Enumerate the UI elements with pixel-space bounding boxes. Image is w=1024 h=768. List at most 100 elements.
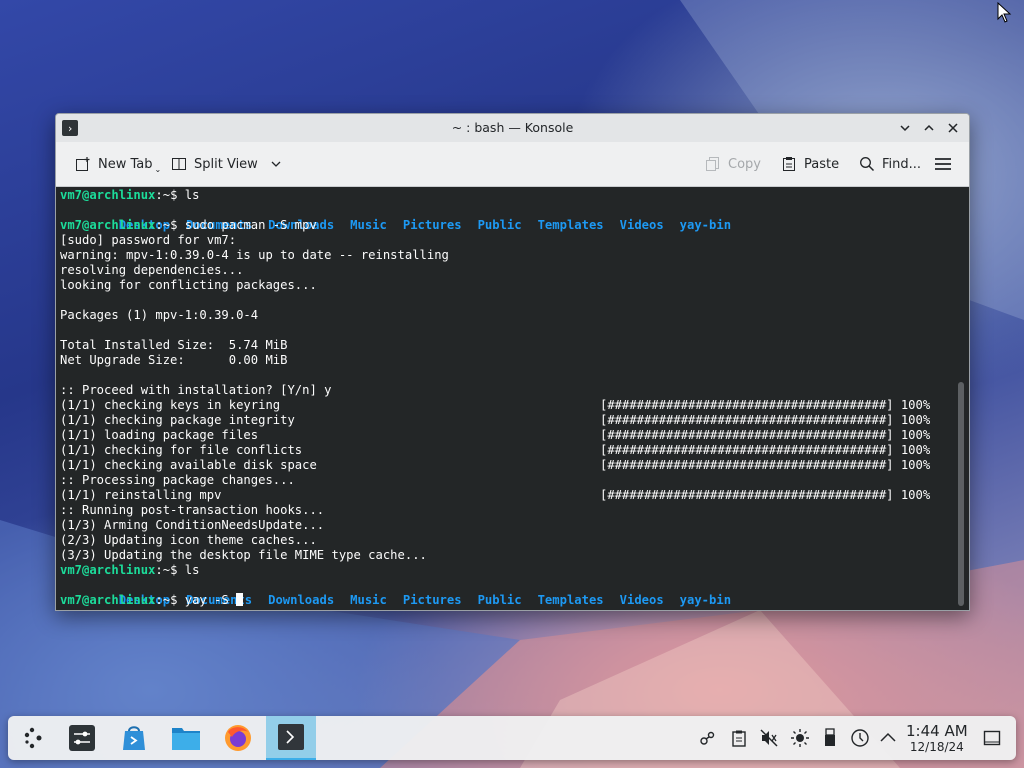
split-view-button[interactable]: Split View (170, 154, 282, 174)
updates-icon[interactable] (850, 728, 870, 748)
dir-entry: Public (477, 593, 522, 607)
prompt-user: vm7@archlinux (60, 218, 156, 232)
output-line: Packages (1) mpv-1:0.39.0-4 (60, 308, 259, 322)
application-launcher-button[interactable] (12, 716, 56, 760)
firefox-taskbar-button[interactable] (216, 716, 260, 760)
digital-clock[interactable]: 1:44 AM 12/18/24 (906, 722, 968, 755)
output-line: Net Upgrade Size: 0.00 MiB (60, 353, 288, 367)
taskbar: 1:44 AM 12/18/24 (8, 716, 1016, 760)
new-tab-icon (74, 155, 92, 173)
chevron-up-icon[interactable] (878, 728, 898, 748)
progress-line: (1/1) checking package integrity [#######… (60, 413, 930, 428)
show-desktop-button[interactable] (982, 728, 1002, 748)
progress-bar-text: [######################################]… (600, 443, 931, 457)
command-text: ls (184, 563, 200, 577)
dir-entry: Pictures (402, 593, 462, 607)
ls-output-line: Desktop Documents Downloads Music Pictures Pu… (60, 578, 747, 607)
output-line: (2/3) Updating icon theme caches... (60, 533, 317, 547)
new-tab-dropdown-icon: ⌄ (154, 164, 162, 174)
clock-time: 1:44 AM (906, 722, 968, 740)
scrollbar[interactable] (958, 382, 964, 606)
plasma-launcher-icon (24, 727, 42, 749)
progress-label: (1/1) reinstalling mpv (60, 488, 222, 502)
output-line: (3/3) Updating the desktop file MIME typ… (60, 548, 427, 562)
close-icon (948, 123, 958, 133)
dir-entry: Downloads (268, 593, 335, 607)
mouse-cursor-icon (997, 2, 1012, 23)
toolbar: New Tab ⌄ Split View Copy Paste Find... (56, 142, 969, 187)
discover-taskbar-button[interactable] (112, 716, 156, 760)
text-cursor (236, 593, 244, 606)
prompt-path: :~$ (155, 188, 185, 202)
system-settings-taskbar-button[interactable] (60, 716, 104, 760)
dir-entry: Templates (537, 218, 604, 232)
progress-bar-text: [######################################]… (600, 398, 931, 412)
dir-entry: yay-bin (679, 218, 732, 232)
discover-store-icon (123, 726, 145, 750)
split-view-icon (170, 155, 188, 173)
clipboard-icon[interactable] (729, 728, 749, 748)
title-bar[interactable]: › ~ : bash — Konsole (56, 114, 969, 142)
output-line: :: Processing package changes... (60, 473, 295, 487)
split-view-label: Split View (194, 156, 258, 172)
progress-label: (1/1) checking package integrity (60, 413, 295, 427)
network-icon[interactable] (698, 728, 718, 748)
brightness-icon[interactable] (790, 728, 810, 748)
output-line: warning: mpv-1:0.39.0-4 is up to date --… (60, 248, 449, 262)
copy-label: Copy (728, 156, 761, 172)
hamburger-menu-button[interactable] (934, 154, 952, 174)
progress-label: (1/1) checking available disk space (60, 458, 317, 472)
command-text: ls (184, 188, 200, 202)
progress-line: (1/1) loading package files [############… (60, 428, 930, 443)
volume-muted-icon[interactable] (759, 728, 779, 748)
progress-label: (1/1) loading package files (60, 428, 259, 442)
close-button[interactable] (944, 119, 962, 137)
dir-entry: Templates (537, 593, 604, 607)
progress-label: (1/1) checking for file conflicts (60, 443, 303, 457)
command-text: sudo pacman -S mpv (184, 218, 317, 232)
output-line: :: Proceed with installation? [Y/n] y (60, 383, 332, 397)
dolphin-taskbar-button[interactable] (164, 716, 208, 760)
output-line: (1/3) Arming ConditionNeedsUpdate... (60, 518, 325, 532)
progress-bar-text: [######################################]… (600, 458, 931, 472)
window-title: ~ : bash — Konsole (451, 120, 574, 135)
maximize-button[interactable] (920, 119, 938, 137)
progress-line: (1/1) checking for file conflicts [######… (60, 443, 930, 458)
copy-icon (704, 155, 722, 173)
dir-entry: Music (350, 593, 387, 607)
search-icon (858, 155, 876, 173)
paste-icon (780, 155, 798, 173)
progress-line: (1/1) checking available disk space [####… (60, 458, 930, 473)
minimize-button[interactable] (896, 119, 914, 137)
new-tab-label: New Tab (98, 156, 153, 172)
find-label: Find... (882, 156, 922, 172)
dir-entry: Videos (619, 218, 664, 232)
terminal-output: vm7@archlinux:~$ ls Desktop Documents Down… (60, 188, 930, 608)
konsole-icon (278, 724, 304, 750)
progress-line: (1/1) reinstalling mpv [#################… (60, 488, 930, 503)
chevron-down-icon (271, 161, 281, 167)
terminal-line: vm7@archlinux:~$ ls (60, 188, 747, 203)
output-line: :: Running post-transaction hooks... (60, 503, 325, 517)
output-line: Total Installed Size: 5.74 MiB (60, 338, 288, 352)
chevron-down-icon (900, 125, 910, 132)
new-tab-button[interactable]: New Tab ⌄ (74, 154, 161, 174)
command-input[interactable]: yay -S (185, 593, 236, 607)
prompt-user: vm7@archlinux (60, 563, 156, 577)
konsole-window: › ~ : bash — Konsole New Tab ⌄ Split Vie… (55, 113, 970, 611)
chevron-up-icon (924, 124, 934, 131)
find-button[interactable]: Find... (858, 154, 921, 174)
copy-button[interactable]: Copy (704, 154, 761, 174)
konsole-taskbar-button[interactable] (266, 716, 316, 760)
dir-entry: Videos (619, 593, 664, 607)
hamburger-menu-icon (935, 158, 951, 170)
progress-line: (1/1) checking keys in keyring [#########… (60, 398, 930, 413)
prompt-path: :~$ (155, 563, 185, 577)
usb-device-icon[interactable] (820, 728, 840, 748)
firefox-icon (225, 725, 251, 751)
paste-button[interactable]: Paste (780, 154, 839, 174)
terminal-view[interactable]: vm7@archlinux:~$ ls Desktop Documents Down… (56, 187, 969, 610)
paste-label: Paste (804, 156, 840, 172)
